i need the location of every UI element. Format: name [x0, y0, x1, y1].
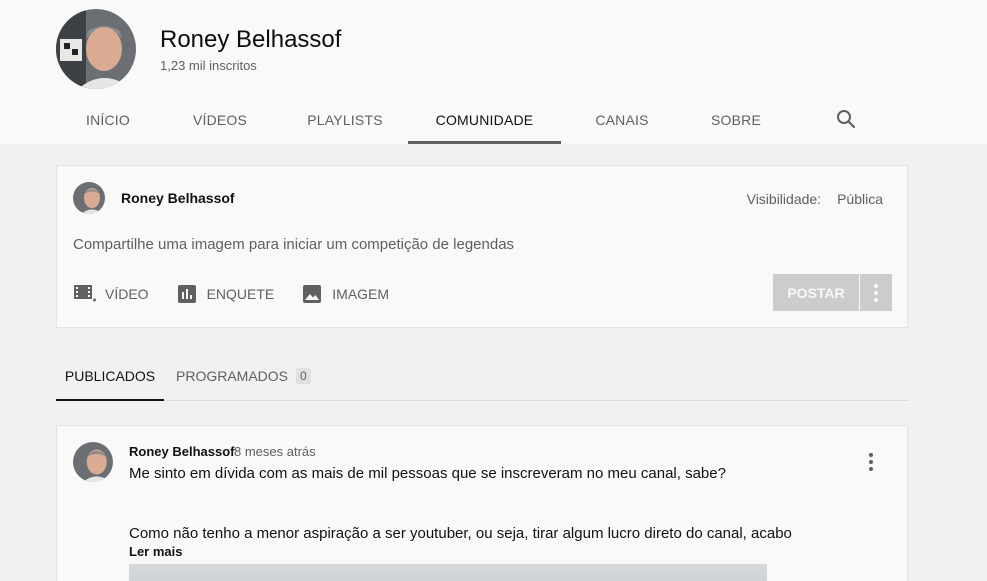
- post-timestamp[interactable]: 8 meses atrás: [234, 444, 316, 459]
- composer-author-name: Roney Belhassof: [121, 190, 235, 206]
- visibility-value[interactable]: Pública: [837, 191, 883, 207]
- post-button[interactable]: POSTAR: [773, 274, 859, 311]
- channel-name: Roney Belhassof: [160, 26, 342, 53]
- composer-prompt-input[interactable]: Compartilhe uma imagem para iniciar um c…: [73, 236, 514, 253]
- add-video-button[interactable]: VÍDEO: [73, 282, 149, 306]
- tab-sobre[interactable]: SOBRE: [683, 96, 789, 144]
- add-image-button[interactable]: IMAGEM: [300, 282, 389, 306]
- video-add-icon: [73, 282, 97, 306]
- post-author-avatar[interactable]: [73, 442, 113, 482]
- post-options-button[interactable]: [860, 274, 892, 311]
- more-vert-icon: [874, 283, 878, 302]
- add-image-label: IMAGEM: [332, 286, 390, 302]
- channel-tabs: INÍCIO VÍDEOS PLAYLISTS COMUNIDADE CANAI…: [58, 96, 789, 144]
- image-icon: [300, 282, 324, 306]
- post-text-line: Como não tenho a menor aspiração a ser y…: [129, 525, 792, 542]
- tab-canais[interactable]: CANAIS: [561, 96, 683, 144]
- subscriber-count: 1,23 mil inscritos: [160, 58, 257, 73]
- tab-scheduled[interactable]: PROGRAMADOS 0: [176, 352, 311, 400]
- posts-subtabs: PUBLICADOS PROGRAMADOS 0: [56, 352, 908, 401]
- scheduled-count-badge: 0: [296, 368, 311, 384]
- add-poll-label: ENQUETE: [206, 286, 275, 302]
- poll-icon: [175, 282, 199, 306]
- tab-published[interactable]: PUBLICADOS: [56, 352, 164, 401]
- tab-inicio[interactable]: INÍCIO: [58, 96, 158, 144]
- tab-playlists[interactable]: PLAYLISTS: [282, 96, 408, 144]
- post-menu-button[interactable]: [859, 450, 883, 474]
- add-video-label: VÍDEO: [105, 286, 149, 302]
- channel-header: Roney Belhassof 1,23 mil inscritos INÍCI…: [0, 0, 987, 144]
- avatar: [73, 182, 105, 214]
- visibility-setting[interactable]: Visibilidade: Pública: [747, 191, 883, 207]
- community-post-composer: Roney Belhassof Visibilidade: Pública Co…: [56, 165, 908, 328]
- post-image[interactable]: [129, 564, 767, 581]
- post-author-name[interactable]: Roney Belhassof: [129, 444, 234, 459]
- tab-videos[interactable]: VÍDEOS: [158, 96, 282, 144]
- community-post: Roney Belhassof 8 meses atrás Me sinto e…: [56, 425, 908, 581]
- more-vert-icon: [869, 453, 873, 471]
- add-poll-button[interactable]: ENQUETE: [175, 282, 275, 306]
- search-icon[interactable]: [834, 107, 858, 131]
- channel-avatar[interactable]: [56, 9, 136, 89]
- visibility-label: Visibilidade:: [746, 191, 822, 207]
- post-text-line: Me sinto em dívida com as mais de mil pe…: [129, 465, 726, 482]
- tab-scheduled-label: PROGRAMADOS: [176, 368, 289, 384]
- composer-actions: VÍDEO ENQUETE IMAGEM: [73, 282, 415, 306]
- read-more-link[interactable]: Ler mais: [129, 544, 182, 559]
- tab-comunidade[interactable]: COMUNIDADE: [408, 96, 561, 144]
